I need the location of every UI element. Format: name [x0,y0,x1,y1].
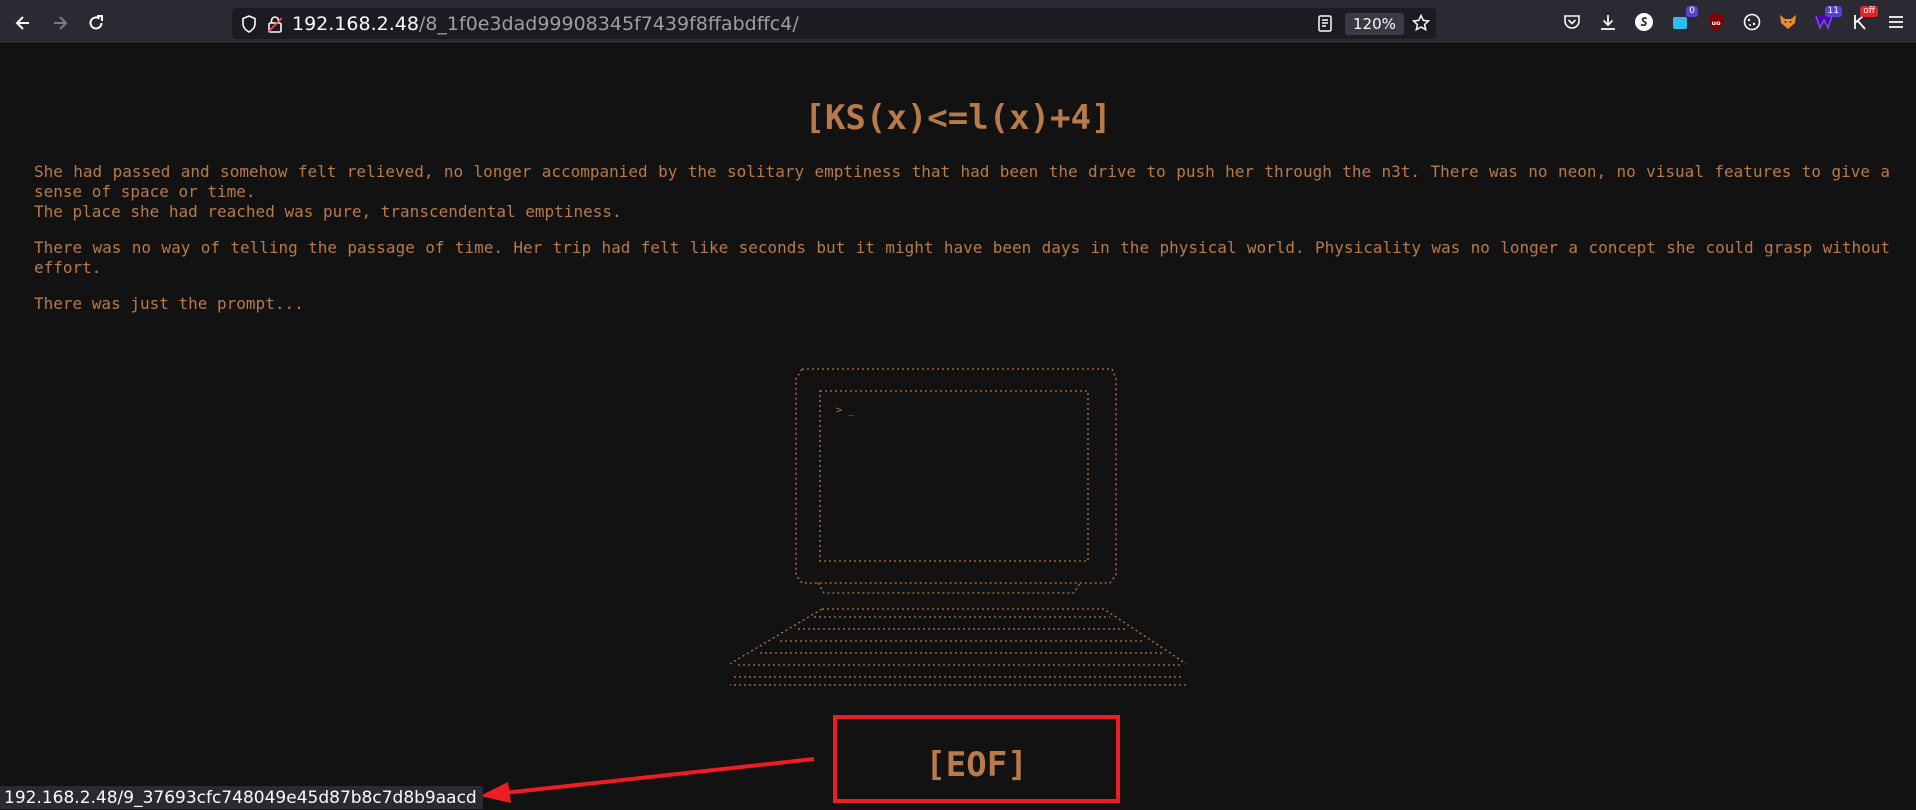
url-host: 192.168.2.48 [292,13,419,35]
eof-text: [EOF] [925,745,1028,785]
bookmark-star-icon[interactable] [1412,14,1430,32]
foxyproxy-button[interactable] [1778,12,1798,32]
hamburger-menu-icon [1889,16,1903,28]
app-menu-button[interactable] [1886,12,1906,32]
pocket-button[interactable] [1562,12,1582,32]
cookie-extension-button[interactable] [1742,12,1762,32]
monitor-frame [795,368,1117,584]
screen-prompt: > _ [836,405,855,416]
pocket-badge: 0 [1686,6,1698,17]
url-text[interactable]: 192.168.2.48/8_1f0e3dad99908345f7439f8ff… [292,13,799,35]
monitor-stand [817,582,1081,594]
insecure-lock-icon[interactable] [267,15,283,33]
story-paragraph: There was just the prompt... [34,294,304,313]
story-text: She had passed and somehow felt relieved… [34,162,1890,330]
story-paragraph: She had passed and somehow felt relieved… [34,162,1890,222]
download-icon [1601,15,1615,30]
page-title: [KS(x)<=l(x)+4] [804,98,1112,138]
story-paragraph: There was no way of telling the passage … [34,238,1890,277]
ublock-shield-icon: uo [1709,13,1723,31]
cookie-icon [1743,13,1761,31]
fox-icon [1780,15,1796,29]
browser-toolbar: 192.168.2.48/8_1f0e3dad99908345f7439f8ff… [0,0,1916,44]
ascii-computer-art: > _ [730,368,1186,686]
back-button[interactable] [11,11,35,35]
forward-button[interactable] [48,11,72,35]
ublock-button[interactable]: uo [1706,12,1726,32]
pocket-icon [1564,15,1580,29]
shazam-icon [1635,13,1653,31]
reload-icon [89,15,103,30]
url-path: /8_1f0e3dad99908345f7439f8ffabdffc4/ [418,13,799,35]
address-bar[interactable]: 192.168.2.48/8_1f0e3dad99908345f7439f8ff… [232,8,1436,39]
extension-badge-11: 11 [1824,6,1842,17]
status-bar-link-url: 192.168.2.48/9_37693cfc748049e45d87b8c7d… [0,786,483,809]
red-arrow-annotation [480,757,815,803]
reload-button[interactable] [84,11,108,35]
forward-arrow-icon [54,16,68,30]
monitor-screen [819,390,1089,562]
extension-button-6[interactable]: 11 [1814,6,1842,32]
extension-button-7[interactable]: off [1850,6,1878,32]
tracking-shield-icon[interactable] [241,15,257,33]
keyboard-row [734,616,1184,678]
extension-badge-off: off [1860,6,1878,17]
extension-button-1[interactable] [1634,12,1654,32]
eof-highlight-box: [EOF] [833,715,1120,803]
downloads-button[interactable] [1598,12,1618,32]
keyboard-outline [730,608,1186,686]
extension-button-2[interactable]: 0 [1670,6,1698,32]
zoom-level-button[interactable]: 120% [1345,13,1404,35]
story-sentence: The place she had reached was pure, tran… [34,202,622,221]
reader-view-icon[interactable] [1318,15,1332,32]
back-arrow-icon [15,16,29,30]
svg-text:uo: uo [1711,19,1721,27]
story-sentence: She had passed and somehow felt relieved… [34,162,1890,201]
